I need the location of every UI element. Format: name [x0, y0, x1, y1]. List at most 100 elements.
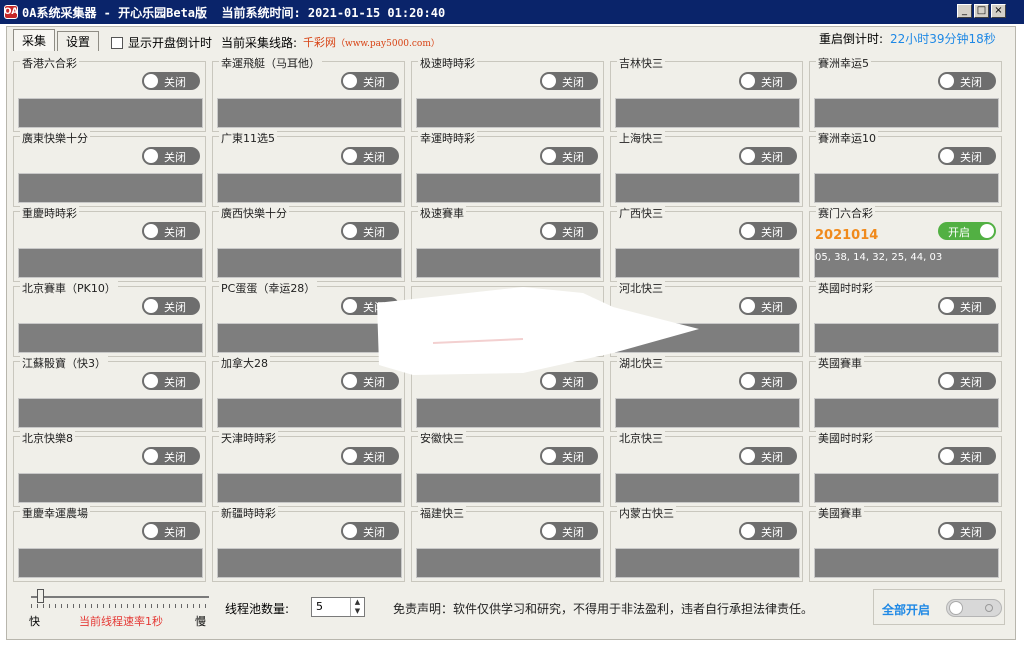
- lottery-name: 赛门六合彩: [816, 205, 875, 221]
- lottery-toggle[interactable]: 关闭: [540, 72, 598, 90]
- result-box: [217, 548, 402, 578]
- lottery-card: 吉林快三 关闭: [610, 55, 803, 132]
- spin-down-icon[interactable]: ▼: [351, 607, 364, 616]
- window-title: 0A系统采集器 - 开心乐园Beta版 当前系统时间: 2021-01-15 0…: [22, 5, 446, 20]
- tab-collect[interactable]: 采集: [13, 29, 56, 51]
- lottery-toggle[interactable]: 关闭: [540, 297, 598, 315]
- lottery-toggle[interactable]: 关闭: [540, 372, 598, 390]
- lottery-toggle[interactable]: 关闭: [341, 222, 399, 240]
- lottery-name: 江蘇骰寶（快3）: [20, 355, 108, 371]
- result-box: [416, 173, 601, 203]
- lottery-toggle[interactable]: 关闭: [142, 72, 200, 90]
- speed-slider[interactable]: [31, 589, 211, 608]
- lottery-toggle[interactable]: 关闭: [142, 522, 200, 540]
- toggle-knob: [343, 524, 357, 538]
- lottery-name: 天津時時彩: [219, 430, 278, 446]
- lottery-toggle[interactable]: 关闭: [739, 297, 797, 315]
- toggle-knob: [343, 149, 357, 163]
- lottery-card: 英國賽車 关闭: [809, 355, 1002, 432]
- slider-thumb[interactable]: [37, 589, 44, 603]
- lottery-toggle[interactable]: 关闭: [341, 372, 399, 390]
- all-on-group: 全部开启: [873, 589, 1005, 625]
- lottery-name: 北京快樂8: [20, 430, 75, 446]
- spin-up-icon[interactable]: ▲: [351, 598, 364, 607]
- lottery-toggle[interactable]: 关闭: [341, 447, 399, 465]
- toggle-label: 关闭: [960, 151, 982, 164]
- route-name: 千彩网: [303, 36, 336, 49]
- lottery-name: 北京賽車（PK10）: [20, 280, 118, 296]
- lottery-card: 加拿大28 关闭: [212, 355, 405, 432]
- lottery-name: 英國时时彩: [816, 280, 875, 296]
- lottery-toggle[interactable]: 关闭: [341, 522, 399, 540]
- lottery-card: 江蘇骰寶（快3） 关闭: [13, 355, 206, 432]
- toggle-knob: [940, 374, 954, 388]
- toggle-knob: [144, 149, 158, 163]
- lottery-toggle[interactable]: 关闭: [739, 147, 797, 165]
- lottery-card: PC蛋蛋（幸运28） 关闭: [212, 280, 405, 357]
- lottery-toggle[interactable]: 关闭: [540, 447, 598, 465]
- lottery-toggle[interactable]: 关闭: [142, 447, 200, 465]
- lottery-toggle[interactable]: 开启: [938, 222, 996, 240]
- result-box: [416, 248, 601, 278]
- lottery-toggle[interactable]: 关闭: [739, 447, 797, 465]
- toggle-knob: [741, 224, 755, 238]
- lottery-name: 賽洲幸运10: [816, 130, 878, 146]
- toggle-label: 关闭: [363, 151, 385, 164]
- lottery-toggle[interactable]: 关闭: [540, 147, 598, 165]
- toggle-knob: [940, 149, 954, 163]
- lottery-toggle[interactable]: 关闭: [938, 297, 996, 315]
- window-body: 采集 设置 显示开盘倒计时 当前采集线路: 千彩网（www.pay5000.co…: [6, 26, 1016, 640]
- title-bar: OA 0A系统采集器 - 开心乐园Beta版 当前系统时间: 2021-01-1…: [0, 0, 1024, 24]
- lottery-toggle[interactable]: 关闭: [938, 147, 996, 165]
- lottery-toggle[interactable]: 关闭: [341, 72, 399, 90]
- toggle-label: 关闭: [761, 151, 783, 164]
- lottery-toggle[interactable]: 关闭: [142, 372, 200, 390]
- lottery-card: 内蒙古快三 关闭: [610, 505, 803, 582]
- lottery-toggle[interactable]: 关闭: [142, 147, 200, 165]
- window-controls: _ □ ×: [957, 4, 1006, 18]
- toggle-label: 关闭: [562, 376, 584, 389]
- toggle-label: 关闭: [562, 76, 584, 89]
- lottery-toggle[interactable]: 关闭: [540, 522, 598, 540]
- lottery-toggle[interactable]: 关闭: [938, 447, 996, 465]
- lottery-card: 极速賽車 关闭: [411, 205, 604, 282]
- lottery-card: 天津時時彩关闭: [212, 430, 405, 507]
- lottery-toggle[interactable]: 关闭: [341, 147, 399, 165]
- thread-pool-input[interactable]: 5 ▲ ▼: [311, 597, 365, 617]
- lottery-toggle[interactable]: 关闭: [739, 222, 797, 240]
- lottery-card: 关闭: [411, 286, 604, 357]
- lottery-toggle[interactable]: 关闭: [938, 72, 996, 90]
- toggle-knob: [980, 224, 994, 238]
- all-on-label: 全部开启: [882, 603, 931, 617]
- minimize-button[interactable]: _: [957, 4, 972, 18]
- lottery-toggle[interactable]: 关闭: [938, 372, 996, 390]
- lottery-toggle[interactable]: 关闭: [938, 522, 996, 540]
- show-countdown-checkbox[interactable]: [111, 36, 123, 49]
- lottery-toggle[interactable]: 关闭: [142, 297, 200, 315]
- slider-ticks: [31, 604, 209, 608]
- lottery-toggle[interactable]: 关闭: [739, 522, 797, 540]
- close-button[interactable]: ×: [991, 4, 1006, 18]
- lottery-card: 福建快三 关闭: [411, 505, 604, 582]
- tab-settings[interactable]: 设置: [57, 31, 100, 51]
- lottery-card: 重慶時時彩 关闭: [13, 205, 206, 282]
- lottery-card: 赛门六合彩 开启 2021014 05, 38, 14, 32, 25, 44, 03: [809, 205, 1002, 282]
- lottery-toggle[interactable]: 关闭: [540, 222, 598, 240]
- show-countdown-option[interactable]: 显示开盘倒计时: [111, 34, 212, 51]
- route-url: （www.pay5000.com）: [336, 39, 440, 49]
- route-value: 千彩网（www.pay5000.com）: [303, 34, 440, 50]
- lottery-card: 新疆時時彩 关闭: [212, 505, 405, 582]
- result-box: [217, 173, 402, 203]
- maximize-button[interactable]: □: [974, 4, 989, 18]
- toggle-knob: [542, 449, 556, 463]
- lottery-toggle[interactable]: 关闭: [341, 297, 399, 315]
- lottery-card: 安徽快三 关闭: [411, 430, 604, 507]
- all-on-toggle[interactable]: [946, 599, 1002, 617]
- toggle-label: 关闭: [164, 301, 186, 314]
- lottery-toggle[interactable]: 关闭: [739, 72, 797, 90]
- thread-pool-spinner[interactable]: ▲ ▼: [350, 598, 364, 616]
- result-box: [615, 173, 800, 203]
- lottery-toggle[interactable]: 关闭: [142, 222, 200, 240]
- lottery-toggle[interactable]: 关闭: [739, 372, 797, 390]
- lottery-name: 香港六合彩: [20, 55, 79, 71]
